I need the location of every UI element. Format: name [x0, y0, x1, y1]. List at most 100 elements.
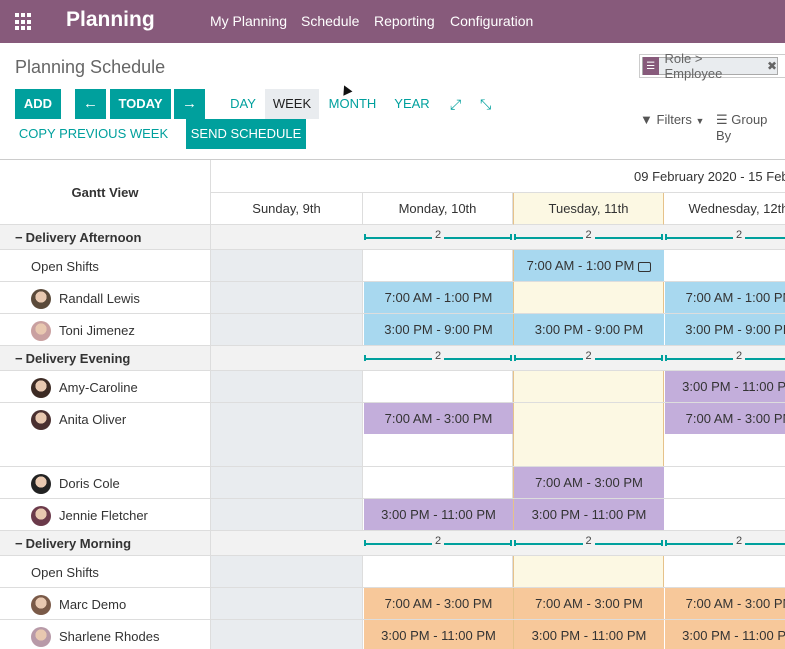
add-button[interactable]: ADD — [15, 89, 61, 119]
copy-previous-week-button[interactable]: COPY PREVIOUS WEEK — [15, 119, 172, 149]
gantt-date-range-label: 09 February 2020 - 15 February 2020 — [634, 169, 785, 184]
filter-funnel-icon: ▼ — [640, 112, 653, 127]
gantt-cell[interactable] — [363, 467, 513, 498]
app-brand[interactable]: Planning — [66, 8, 155, 32]
day-header-wednesday: Wednesday, 12th — [664, 193, 785, 225]
avatar — [31, 627, 51, 647]
row-name: Anita Oliver — [59, 412, 127, 427]
comment-icon — [638, 261, 652, 272]
shift-pill[interactable]: 7:00 AM - 3:00 PM — [364, 403, 513, 434]
menu-my-planning[interactable]: My Planning — [210, 13, 287, 29]
group-row[interactable]: − Delivery Morning 2 2 2 — [0, 531, 785, 556]
avatar — [31, 289, 51, 309]
scale-day-button[interactable]: DAY — [224, 89, 262, 119]
scale-week-button[interactable]: WEEK — [265, 89, 319, 119]
gantt-cell[interactable] — [664, 250, 785, 281]
group-by-dropdown[interactable]: ☰ Group By — [716, 112, 785, 143]
shift-pill[interactable]: 3:00 PM - 11:00 PM — [364, 499, 513, 530]
row-name: Toni Jimenez — [59, 323, 135, 338]
gantt-cell[interactable] — [211, 250, 363, 281]
search-bar[interactable]: ☰ Role > Employee ✖ — [639, 51, 785, 81]
scale-year-button[interactable]: YEAR — [390, 89, 434, 119]
menu-schedule[interactable]: Schedule — [301, 13, 359, 29]
shift-pill[interactable]: 7:00 AM - 3:00 PM — [665, 588, 785, 619]
row-label: Randall Lewis — [0, 282, 211, 313]
shift-time: 7:00 AM - 3:00 PM — [685, 411, 785, 426]
row-name: Sharlene Rhodes — [59, 629, 160, 644]
expand-icon[interactable]: ⤢ — [450, 96, 461, 113]
avatar — [31, 595, 51, 615]
gantt-cell[interactable] — [211, 314, 363, 345]
employee-row: Jennie Fletcher 3:00 PM - 11:00 PM 3:00 PM… — [0, 499, 785, 531]
shift-pill[interactable]: 3:00 PM - 11:00 PM — [665, 371, 785, 402]
shift-pill[interactable]: 3:00 PM - 11:00 PM — [514, 499, 664, 530]
facet-remove-icon[interactable]: ✖ — [767, 59, 777, 73]
gantt-cell[interactable] — [513, 371, 664, 402]
shift-pill[interactable]: 3:00 PM - 9:00 PM — [514, 314, 664, 345]
previous-button[interactable]: ← — [75, 89, 106, 119]
today-button[interactable]: TODAY — [110, 89, 171, 119]
employee-row: Anita Oliver 7:00 AM - 3:00 PM 7:00 AM - 3… — [0, 403, 785, 467]
shift-pill[interactable]: 3:00 PM - 11:00 PM — [514, 620, 664, 649]
gantt-cell[interactable] — [664, 556, 785, 587]
shift-pill[interactable]: 7:00 AM - 1:00 PM — [665, 282, 785, 313]
shift-pill[interactable]: 7:00 AM - 1:00 PM — [514, 250, 664, 281]
shift-time: 7:00 AM - 3:00 PM — [685, 596, 785, 611]
menu-configuration[interactable]: Configuration — [450, 13, 533, 29]
gantt-cell[interactable] — [664, 467, 785, 498]
shift-pill[interactable]: 7:00 AM - 1:00 PM — [364, 282, 513, 313]
gantt-cell[interactable] — [211, 282, 363, 313]
collapse-minus-icon[interactable]: − — [15, 351, 23, 366]
collapse-minus-icon[interactable]: − — [15, 536, 23, 551]
shift-pill[interactable]: 7:00 AM - 3:00 PM — [665, 403, 785, 434]
scale-month-button[interactable]: MONTH — [325, 89, 380, 119]
collapse-icon[interactable]: ⤡ — [480, 96, 491, 113]
shift-pill[interactable]: 3:00 PM - 11:00 PM — [665, 620, 785, 649]
gantt-cell[interactable] — [363, 250, 513, 281]
send-schedule-button[interactable]: SEND SCHEDULE — [186, 119, 306, 149]
gantt-cell[interactable] — [211, 403, 363, 466]
group-label[interactable]: − Delivery Morning — [0, 531, 211, 555]
employee-row: Doris Cole 7:00 AM - 3:00 PM — [0, 467, 785, 499]
gantt-cell[interactable] — [211, 467, 363, 498]
group-label[interactable]: − Delivery Afternoon — [0, 225, 211, 249]
collapse-minus-icon[interactable]: − — [15, 230, 23, 245]
shift-time: 3:00 PM - 11:00 PM — [381, 628, 496, 643]
gantt-cell[interactable] — [211, 371, 363, 402]
shift-time: 7:00 AM - 3:00 PM — [535, 475, 643, 490]
gantt-cell[interactable] — [513, 556, 664, 587]
filters-dropdown[interactable]: ▼ Filters ▼ — [640, 112, 704, 127]
shift-pill[interactable]: 7:00 AM - 3:00 PM — [514, 588, 664, 619]
shift-time: 3:00 PM - 11:00 PM — [381, 507, 496, 522]
gantt-cell[interactable] — [211, 499, 363, 530]
shift-count: 2 — [582, 350, 595, 362]
apps-grid-icon[interactable] — [15, 13, 33, 31]
group-label[interactable]: − Delivery Evening — [0, 346, 211, 370]
next-button[interactable]: → — [174, 89, 205, 119]
gantt-cell[interactable] — [211, 588, 363, 619]
menu-reporting[interactable]: Reporting — [374, 13, 435, 29]
row-name: Jennie Fletcher — [59, 508, 148, 523]
shift-time: 3:00 PM - 11:00 PM — [682, 628, 785, 643]
gantt-cell[interactable] — [513, 403, 664, 466]
shift-pill[interactable]: 7:00 AM - 3:00 PM — [364, 588, 513, 619]
shift-time: 3:00 PM - 9:00 PM — [384, 322, 493, 337]
shift-pill[interactable]: 3:00 PM - 9:00 PM — [364, 314, 513, 345]
avatar — [31, 474, 51, 494]
shift-pill[interactable]: 3:00 PM - 9:00 PM — [665, 314, 785, 345]
gantt-cell[interactable] — [363, 371, 513, 402]
gantt-cell[interactable] — [513, 282, 664, 313]
employee-row: Amy-Caroline 3:00 PM - 11:00 PM — [0, 371, 785, 403]
shift-time: 7:00 AM - 3:00 PM — [535, 596, 643, 611]
gantt-cell[interactable] — [211, 620, 363, 649]
shift-pill[interactable]: 3:00 PM - 11:00 PM — [364, 620, 513, 649]
row-label: Amy-Caroline — [0, 371, 211, 402]
gantt-cell[interactable] — [664, 499, 785, 530]
gantt-view: Gantt View 09 February 2020 - 15 Februar… — [0, 159, 785, 649]
group-row[interactable]: − Delivery Afternoon 2 2 2 — [0, 225, 785, 250]
gantt-cell[interactable] — [211, 556, 363, 587]
row-label: Toni Jimenez — [0, 314, 211, 345]
gantt-cell[interactable] — [363, 556, 513, 587]
shift-pill[interactable]: 7:00 AM - 3:00 PM — [514, 467, 664, 498]
group-row[interactable]: − Delivery Evening 2 2 2 — [0, 346, 785, 371]
